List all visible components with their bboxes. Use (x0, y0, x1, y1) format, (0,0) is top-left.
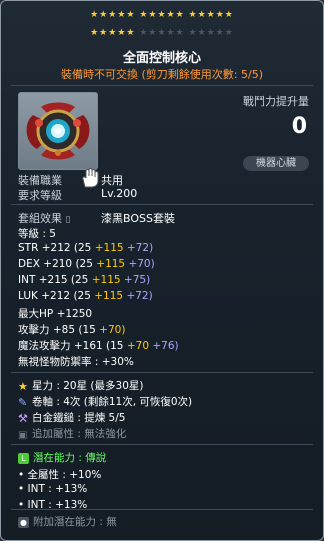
bonus-potential-icon: ● (18, 517, 29, 528)
stat-total: +215 (38, 274, 68, 286)
item-level: 等級 : 5 (18, 228, 56, 240)
stat-total: +212 (41, 290, 71, 302)
stat-flame-bonus: +72) (126, 242, 154, 254)
lock-icon: ▣ (18, 430, 28, 441)
stat-star-bonus: +115 (96, 258, 126, 270)
trade-restriction: 裝備時不可交換 (剪刀剩餘使用次數: 5/5) (61, 68, 263, 81)
potential-line-text: 全屬性 : +10% (27, 469, 102, 481)
attack-row: 攻擊力 +85 (15 +70) (18, 322, 125, 337)
stat-base: (25 (73, 242, 92, 254)
set-effect-value: 漆黑BOSS套裝 (101, 212, 175, 225)
divider (11, 372, 313, 373)
magic-attack-star-bonus: +70 (126, 340, 150, 352)
attack-label: 攻擊力 (18, 324, 50, 336)
stat-name: DEX (18, 258, 40, 270)
divider (11, 204, 313, 205)
stat-base: (25 (75, 258, 93, 270)
hammer-icon: ⚒ (18, 412, 28, 425)
hp-label: 最大HP (18, 308, 54, 320)
scroll-text: 卷軸 : 4次 (剩餘11次, 可恢復0次) (32, 396, 193, 408)
hp-value: +1250 (56, 308, 93, 320)
item-icon-frame (18, 92, 98, 170)
required-level-value: Lv.200 (101, 187, 138, 200)
additional-attribute-line: ▣ 追加屬性 : 無法強化 (18, 426, 126, 441)
star-force-empty: ★★★★★ ★★★★★ (139, 28, 234, 38)
potential-line: • 全屬性 : +10% (18, 469, 102, 481)
star-force-filled: ★★★★★ (90, 28, 136, 38)
divider (11, 85, 313, 86)
hp-row: 最大HP +1250 (18, 306, 92, 321)
attack-star-bonus: +70) (99, 324, 126, 336)
star-force-row-2: ★★★★★ ★★★★★ ★★★★★ (1, 27, 323, 39)
stat-total: +210 (43, 258, 73, 270)
magic-attack-base: (15 (106, 340, 124, 352)
divider (11, 509, 313, 510)
hand-cursor-icon (82, 168, 99, 188)
potential-line: • INT : +13% (18, 483, 88, 495)
potential-line-text: INT : +13% (27, 483, 88, 495)
stat-flame-bonus: +70) (128, 258, 155, 270)
scroll-icon: ✎ (18, 396, 28, 409)
star-icon: ★ (18, 380, 28, 393)
magic-attack-label: 魔法攻擊力 (18, 340, 71, 352)
additional-attribute-text: 追加屬性 : 無法強化 (32, 428, 127, 440)
potential-title-text: 潛在能力 : 傳說 (33, 452, 107, 464)
stat-base: (25 (73, 290, 91, 302)
divider (11, 444, 313, 445)
combat-power-label: 戰鬥力提升量 (243, 95, 309, 108)
magic-attack-flame-bonus: +76) (152, 340, 179, 352)
set-effect-label: 套組效果 ▯ (18, 210, 70, 226)
combat-power-value: 0 (291, 114, 307, 139)
stat-row: INT +215 (25 +115 +75) (18, 274, 150, 286)
ignore-defense: 無視怪物防禦率 : +30% (18, 356, 134, 368)
scroll-line: ✎ 卷軸 : 4次 (剩餘11次, 可恢復0次) (18, 394, 192, 409)
golden-hammer-text: 白金鐵鎚 : 提煉 5/5 (32, 412, 126, 424)
stat-total: +212 (41, 242, 71, 254)
item-type-badge: 機器心臟 (243, 156, 309, 171)
golden-hammer-line: ⚒ 白金鐵鎚 : 提煉 5/5 (18, 410, 125, 425)
heart-core-icon (26, 102, 90, 160)
star-force-row-1: ★★★★★ ★★★★★ ★★★★★ (90, 10, 234, 20)
star-force-line: ★ 星力 : 20星 (最多30星) (18, 378, 143, 393)
legendary-tag-icon: L (18, 453, 29, 464)
stat-star-bonus: +115 (91, 274, 121, 286)
stat-flame-bonus: +75) (123, 274, 151, 286)
stat-row: STR +212 (25 +115 +72) (18, 242, 153, 254)
stat-row: DEX +210 (25 +115 +70) (18, 258, 155, 270)
stat-row: LUK +212 (25 +115 +72) (18, 290, 153, 302)
stat-base: (25 (70, 274, 89, 286)
magic-attack-total: +161 (73, 340, 103, 352)
star-force-text: 星力 : 20星 (最多30星) (32, 380, 144, 392)
job-value: 共用 (101, 174, 123, 187)
bonus-potential-line: ● 附加潛在能力 : 無 (18, 514, 117, 529)
stat-star-bonus: +115 (94, 242, 124, 254)
potential-title: L 潛在能力 : 傳說 (18, 450, 106, 465)
attack-base: (15 (78, 324, 96, 336)
magic-attack-row: 魔法攻擊力 +161 (15 +70 +76) (18, 338, 179, 353)
item-name: 全面控制核心 (122, 51, 201, 66)
stat-name: LUK (18, 290, 38, 302)
stat-star-bonus: +115 (94, 290, 124, 302)
bonus-potential-text: 附加潛在能力 : 無 (33, 516, 117, 528)
item-tooltip: ★★★★★ ★★★★★ ★★★★★ ★★★★★ ★★★★★ ★★★★★ 全面控制… (0, 0, 324, 541)
attack-total: +85 (52, 324, 76, 336)
job-label: 裝備職業 (18, 174, 62, 187)
document-icon: ▯ (65, 215, 71, 225)
stat-name: INT (18, 274, 36, 286)
set-effect-text: 套組效果 (18, 212, 62, 225)
stat-name: STR (18, 242, 39, 254)
stat-flame-bonus: +72) (126, 290, 153, 302)
required-level-label: 要求等級 (18, 189, 62, 202)
